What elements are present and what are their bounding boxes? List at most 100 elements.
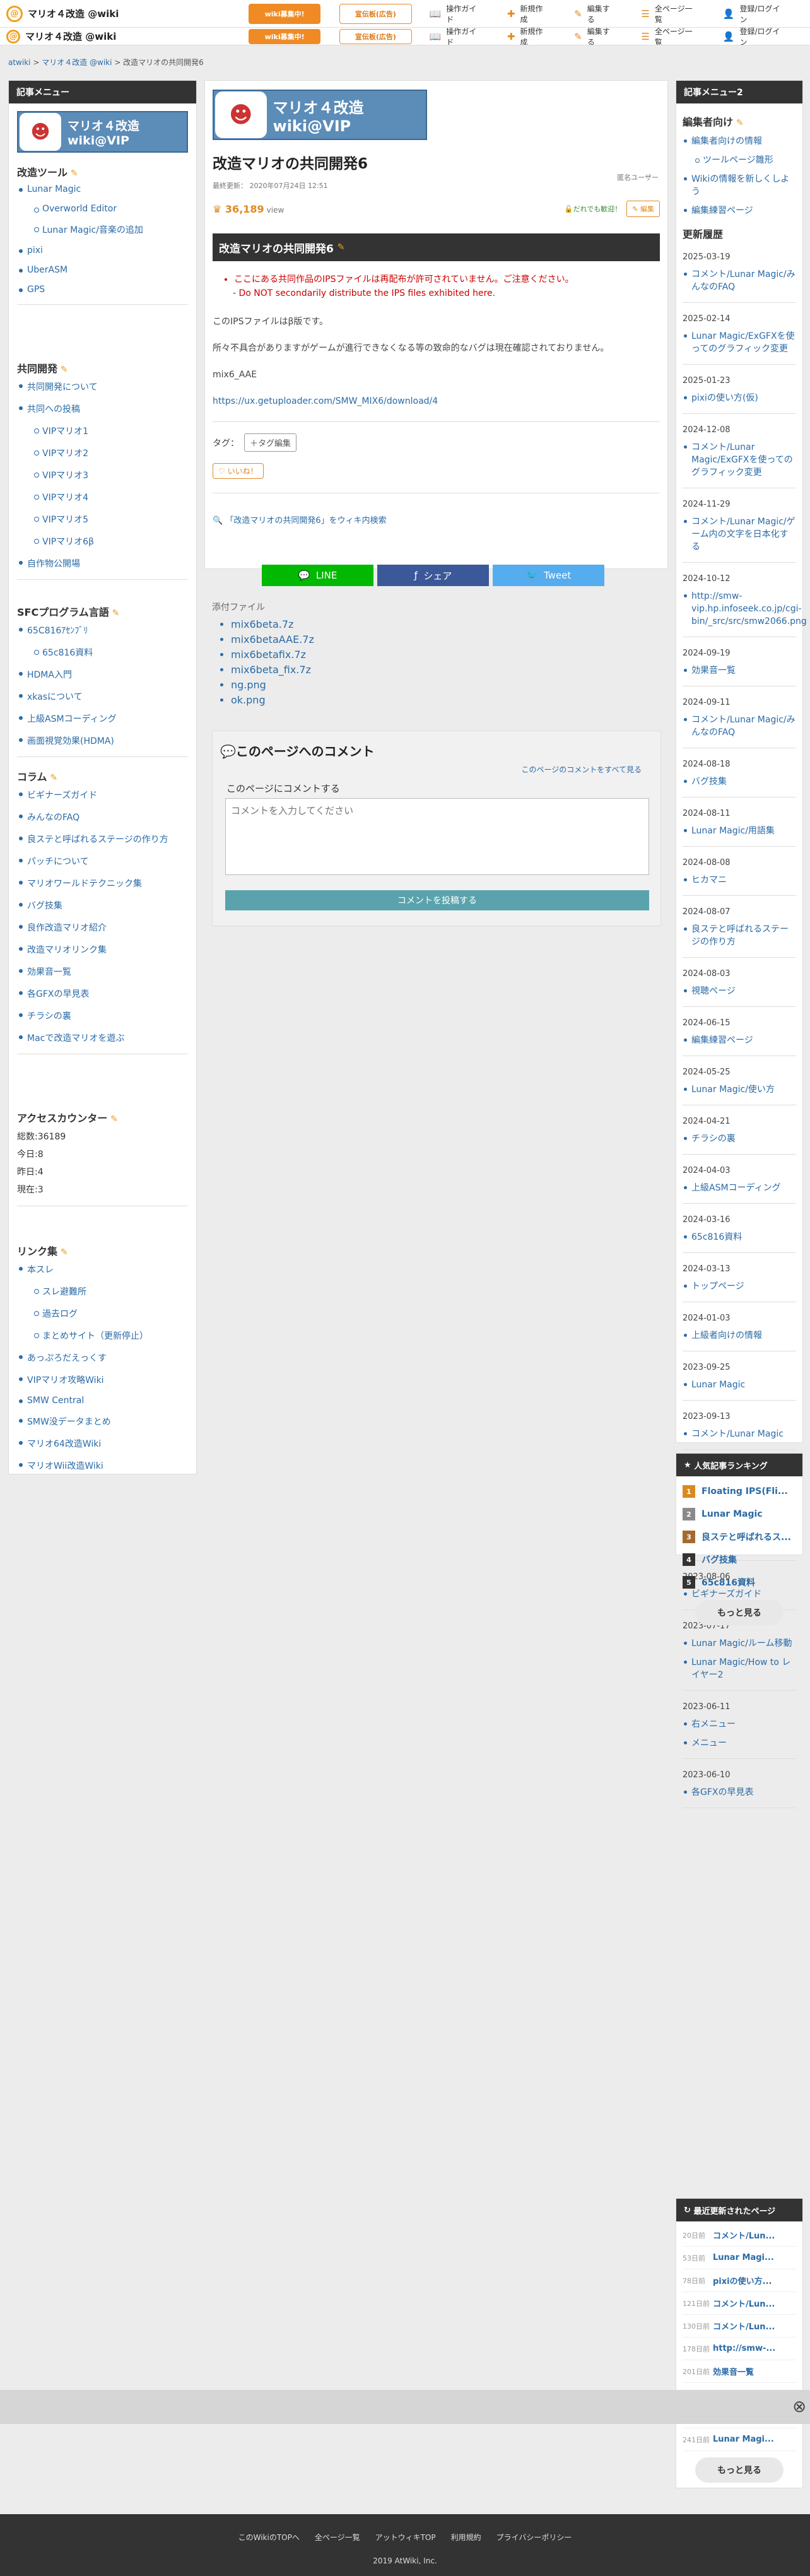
history-item[interactable]: バグ技集 bbox=[684, 775, 796, 788]
history-item[interactable]: コメント/Lunar Magic/ExGFXを使ってのグラフィック変更 bbox=[684, 441, 796, 479]
pencil-icon[interactable]: ✎ bbox=[68, 168, 78, 179]
ranking-item[interactable]: 1 Floating IPS(Fli... bbox=[683, 1480, 796, 1503]
pencil-icon[interactable]: ✎ bbox=[57, 365, 68, 375]
footer-link[interactable]: アットウィキTOP bbox=[375, 2532, 436, 2543]
left-menu-item[interactable]: VIPマリオ1 bbox=[34, 425, 188, 437]
attachment-file[interactable]: mix6betaAAE.7z bbox=[231, 632, 314, 647]
site-brand[interactable]: @ マリオ４改造 @wiki bbox=[6, 5, 236, 22]
like-button[interactable]: ♡ いいね！ bbox=[213, 463, 264, 479]
left-menu-item[interactable]: 65c816資料 bbox=[34, 646, 188, 659]
facebook-share-button[interactable]: ƒ シェア bbox=[377, 565, 489, 586]
comment-input[interactable] bbox=[225, 798, 649, 875]
attachment-file[interactable]: ok.png bbox=[231, 693, 314, 708]
left-menu-item[interactable]: Lunar Magic/音楽の追加 bbox=[34, 223, 188, 236]
link-item[interactable]: あっぷろだえっくす bbox=[19, 1351, 188, 1364]
history-item[interactable]: 視聴ページ bbox=[684, 985, 796, 997]
download-link[interactable]: https://ux.getuploader.com/SMW_MIX6/down… bbox=[213, 396, 438, 406]
main-banner[interactable]: ☻ マリオ４改造wiki@VIP bbox=[213, 90, 427, 140]
left-menu-item[interactable]: 自作物公開場 bbox=[19, 557, 188, 570]
history-item[interactable]: 65c816資料 bbox=[684, 1231, 796, 1244]
left-menu-item[interactable]: xkasについて bbox=[19, 690, 188, 703]
history-item[interactable]: チラシの裏 bbox=[684, 1132, 796, 1145]
left-menu-item[interactable]: 65C816ｱｾﾝﾌﾞﾘ bbox=[19, 624, 188, 637]
left-menu-item[interactable]: マリオワールドテクニック集 bbox=[19, 877, 188, 890]
history-item[interactable]: Lunar Magic/使い方 bbox=[684, 1083, 796, 1096]
footer-link[interactable]: 利用規約 bbox=[451, 2532, 481, 2543]
tag-edit-button[interactable]: ＋タグ編集 bbox=[244, 433, 297, 452]
left-menu-item[interactable]: VIPマリオ3 bbox=[34, 469, 188, 481]
recent-item[interactable]: 78日前 pixiの使い方... bbox=[683, 2269, 796, 2292]
history-item[interactable]: 良ステと呼ばれるステージの作り方 bbox=[684, 923, 796, 948]
editor-link[interactable]: Wikiの情報を新しくしよう bbox=[684, 173, 796, 198]
left-menu-item[interactable]: VIPマリオ4 bbox=[34, 491, 188, 503]
history-item[interactable]: トップページ bbox=[684, 1280, 796, 1293]
left-menu-item[interactable]: みんなのFAQ bbox=[19, 811, 188, 823]
nav-item-3[interactable]: ☰ 全ページ一覧 bbox=[641, 3, 696, 25]
link-item[interactable]: SMW Central bbox=[19, 1396, 188, 1406]
history-item[interactable]: ヒカマニ bbox=[684, 874, 796, 886]
history-item[interactable]: Lunar Magic/How to レイヤー2 bbox=[684, 1656, 796, 1681]
history-item[interactable]: コメント/Lunar Magic/ゲーム内の文字を日本化する bbox=[684, 515, 796, 553]
history-item[interactable]: 上級者向けの情報 bbox=[684, 1329, 796, 1342]
left-menu-item[interactable]: 共同への投稿 bbox=[19, 403, 188, 415]
left-menu-item[interactable]: GPS bbox=[19, 285, 188, 295]
wiki-recruit-button[interactable]: wiki募集中! bbox=[249, 28, 321, 44]
pencil-icon[interactable]: ✎ bbox=[107, 1114, 118, 1124]
left-menu-item[interactable]: VIPマリオ2 bbox=[34, 447, 188, 459]
left-menu-item[interactable]: Lunar Magic bbox=[19, 184, 188, 194]
recent-item[interactable]: 121日前 コメント/Lun... bbox=[683, 2292, 796, 2315]
recent-item[interactable]: 201日前 効果音一覧 bbox=[683, 2360, 796, 2383]
history-item[interactable]: 編集練習ページ bbox=[684, 1034, 796, 1047]
breadcrumb-wiki[interactable]: マリオ４改造 @wiki bbox=[42, 58, 112, 67]
link-item[interactable]: マリオ64改造Wiki bbox=[19, 1437, 188, 1450]
editor-link[interactable]: 編集練習ページ bbox=[684, 204, 796, 217]
nav-item-4[interactable]: 👤 登録/ログイン bbox=[723, 28, 784, 45]
pencil-icon[interactable]: ✎ bbox=[733, 118, 744, 128]
history-item[interactable]: 右メニュー bbox=[684, 1718, 796, 1731]
recent-item[interactable]: 178日前 http://smw-... bbox=[683, 2338, 796, 2360]
history-item[interactable]: コメント/Lunar Magic/みんなのFAQ bbox=[684, 714, 796, 739]
pencil-icon[interactable]: ✎ bbox=[47, 773, 57, 783]
left-menu-item[interactable]: 画面視覚効果(HDMA) bbox=[19, 734, 188, 747]
recent-item[interactable]: 241日前 Lunar Magi... bbox=[683, 2428, 796, 2451]
link-item[interactable]: スレ避難所 bbox=[34, 1285, 188, 1298]
history-item[interactable]: pixiの使い方(仮) bbox=[684, 392, 796, 404]
footer-link[interactable]: プライバシーポリシー bbox=[496, 2532, 572, 2543]
all-comments-link[interactable]: このページのコメントをすべて見る bbox=[522, 764, 642, 775]
left-menu-item[interactable]: Overworld Editor bbox=[34, 204, 188, 214]
link-item[interactable]: 過去ログ bbox=[34, 1307, 188, 1320]
link-item[interactable]: 本スレ bbox=[19, 1263, 188, 1276]
nav-item-1[interactable]: ✚ 新規作成 bbox=[507, 3, 548, 25]
nav-item-0[interactable]: 📖 操作ガイド bbox=[430, 28, 481, 45]
left-menu-item[interactable]: 良作改造マリオ紹介 bbox=[19, 921, 188, 934]
history-item[interactable]: コメント/Lunar Magic/みんなのFAQ bbox=[684, 268, 796, 293]
history-item[interactable]: Lunar Magic/用語集 bbox=[684, 825, 796, 837]
left-menu-item[interactable]: VIPマリオ5 bbox=[34, 513, 188, 526]
left-menu-item[interactable]: 上級ASMコーディング bbox=[19, 712, 188, 725]
left-menu-item[interactable]: 各GFXの早見表 bbox=[19, 987, 188, 1000]
left-menu-item[interactable]: 良ステと呼ばれるステージの作り方 bbox=[19, 833, 188, 845]
attachment-file[interactable]: ng.png bbox=[231, 678, 314, 693]
left-menu-item[interactable]: Macで改造マリオを遊ぶ bbox=[19, 1032, 188, 1044]
history-item[interactable]: メニュー bbox=[684, 1737, 796, 1750]
line-share-button[interactable]: 💬 LINE bbox=[262, 565, 373, 586]
history-item[interactable]: Lunar Magic/ExGFXを使ってのグラフィック変更 bbox=[684, 330, 796, 355]
link-item[interactable]: VIPマリオ攻略Wiki bbox=[19, 1373, 188, 1386]
left-menu-item[interactable]: 効果音一覧 bbox=[19, 965, 188, 978]
left-menu-item[interactable]: UberASM bbox=[19, 265, 188, 275]
recent-item[interactable]: 130日前 コメント/Lun... bbox=[683, 2315, 796, 2338]
recent-item[interactable]: 53日前 Lunar Magi... bbox=[683, 2247, 796, 2269]
link-item[interactable]: マリオWii改造Wiki bbox=[19, 1459, 188, 1472]
editor-link[interactable]: ツールページ雛形 bbox=[695, 154, 796, 167]
tweet-button[interactable]: 🐦 Tweet bbox=[493, 565, 604, 586]
pencil-icon[interactable]: ✎ bbox=[338, 242, 345, 252]
history-item[interactable]: Lunar Magic/ルーム移動 bbox=[684, 1637, 796, 1650]
close-icon[interactable]: ⊗ bbox=[792, 2397, 806, 2416]
attachment-file[interactable]: mix6betafix.7z bbox=[231, 647, 314, 662]
ad-board-button[interactable]: 宣伝板(広告) bbox=[339, 28, 412, 44]
left-menu-item[interactable]: パッチについて bbox=[19, 855, 188, 867]
attachment-file[interactable]: mix6beta.7z bbox=[231, 617, 314, 632]
attachment-file[interactable]: mix6beta_fix.7z bbox=[231, 662, 314, 678]
left-menu-item[interactable]: VIPマリオ6β bbox=[34, 535, 188, 548]
link-item[interactable]: SMW没データまとめ bbox=[19, 1415, 188, 1428]
